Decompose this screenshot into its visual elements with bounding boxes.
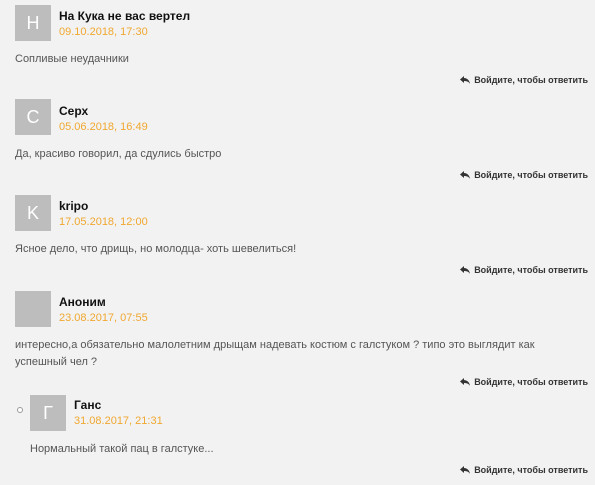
login-to-reply-link[interactable]: Войдите, чтобы ответить bbox=[460, 465, 588, 475]
avatar: С bbox=[15, 99, 51, 135]
comment-text: интересно,а обязательно малолетним дрыща… bbox=[15, 339, 535, 368]
login-to-reply-link[interactable]: Войдите, чтобы ответить bbox=[460, 377, 588, 387]
reply-label: Войдите, чтобы ответить bbox=[474, 170, 588, 180]
reply-arrow-icon bbox=[460, 76, 471, 84]
comment-date: 17.05.2018, 12:00 bbox=[59, 216, 148, 228]
comment-text: Ясное дело, что дрищь, но молодца- хоть … bbox=[15, 243, 297, 255]
login-to-reply-link[interactable]: Войдите, чтобы ответить bbox=[460, 75, 588, 85]
bullet-icon bbox=[17, 407, 23, 413]
reply-arrow-icon bbox=[460, 466, 471, 474]
reply-label: Войдите, чтобы ответить bbox=[474, 265, 588, 275]
comment-text: Нормальный такой пац в галстуке... bbox=[30, 443, 214, 455]
comment-text: Сопливые неудачники bbox=[15, 53, 129, 65]
comment-date: 05.06.2018, 16:49 bbox=[59, 121, 148, 133]
reply-arrow-icon bbox=[460, 171, 471, 179]
avatar: K bbox=[15, 195, 51, 231]
comment-date: 31.08.2017, 21:31 bbox=[74, 415, 163, 427]
reply-label: Войдите, чтобы ответить bbox=[474, 465, 588, 475]
avatar bbox=[15, 291, 51, 327]
reply-label: Войдите, чтобы ответить bbox=[474, 377, 588, 387]
reply-label: Войдите, чтобы ответить bbox=[474, 75, 588, 85]
comment-author: Ганс bbox=[74, 398, 102, 412]
login-to-reply-link[interactable]: Войдите, чтобы ответить bbox=[460, 265, 588, 275]
avatar: Г bbox=[30, 395, 66, 431]
comment-text: Да, красиво говорил, да сдулись быстро bbox=[15, 148, 222, 160]
comment-author: На Кука не вас вертел bbox=[59, 9, 191, 23]
reply-arrow-icon bbox=[460, 378, 471, 386]
comment-author: Аноним bbox=[59, 295, 106, 309]
comment-author: Серх bbox=[59, 104, 89, 118]
comment-author: kripo bbox=[59, 199, 89, 213]
comment-date: 23.08.2017, 07:55 bbox=[59, 312, 148, 324]
comment-date: 09.10.2018, 17:30 bbox=[59, 26, 148, 38]
avatar: Н bbox=[15, 5, 51, 41]
reply-arrow-icon bbox=[460, 266, 471, 274]
login-to-reply-link[interactable]: Войдите, чтобы ответить bbox=[460, 170, 588, 180]
